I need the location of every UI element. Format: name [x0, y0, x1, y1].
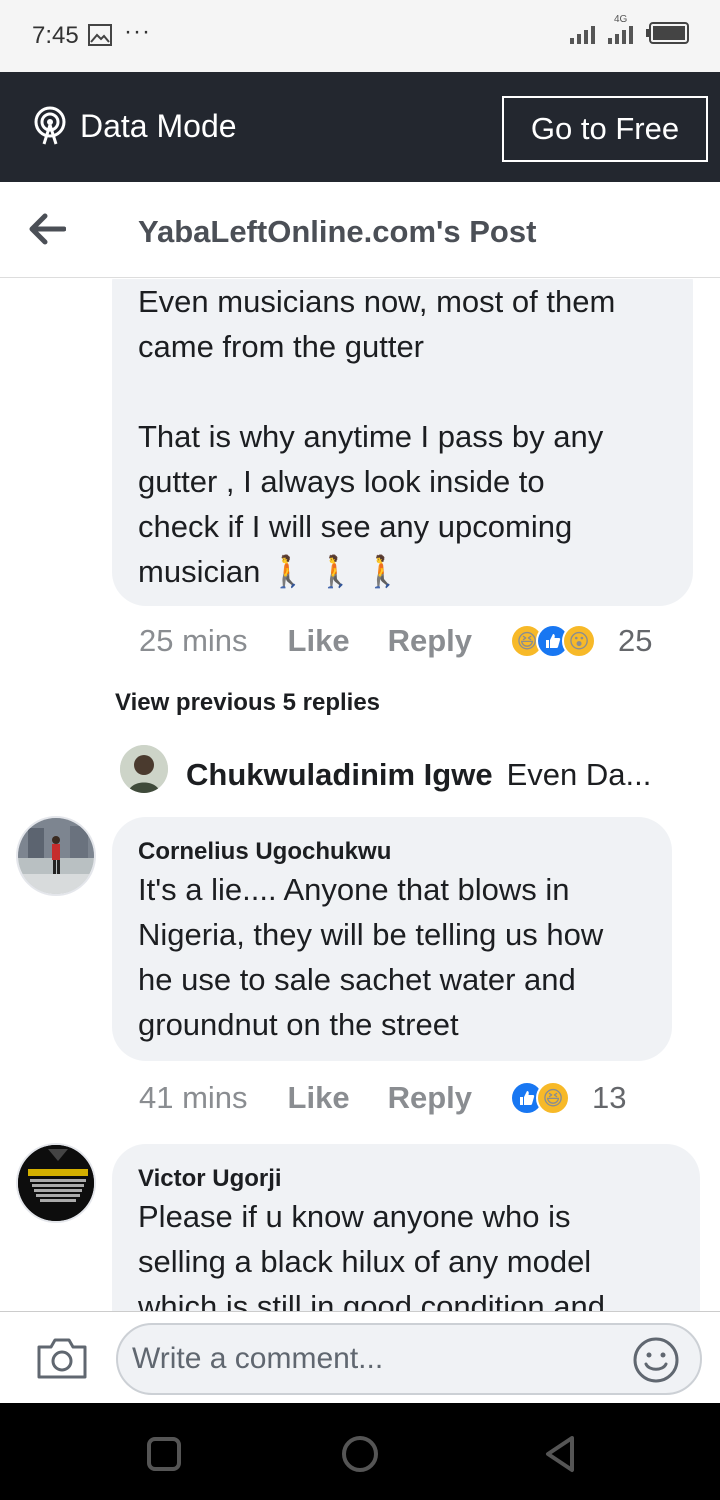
comment-author[interactable]: Victor Ugorji	[138, 1164, 674, 1194]
comment-actions: 25 mins Like Reply 😆 😮 25	[139, 623, 652, 659]
battery-icon	[646, 22, 690, 49]
avatar[interactable]	[16, 1143, 96, 1223]
reply-preview[interactable]: Chukwuladinim Igwe Even Da...	[186, 757, 651, 793]
avatar[interactable]	[120, 745, 168, 793]
recent-apps-icon[interactable]	[146, 1436, 182, 1477]
comment-text: Even musicians now, most of them came fr…	[138, 284, 616, 589]
comment-bubble: Victor Ugorji Please if u know anyone wh…	[112, 1144, 700, 1311]
reply-button[interactable]: Reply	[388, 623, 472, 659]
haha-reaction-icon: 😆	[536, 1081, 570, 1115]
reactions-summary[interactable]: 😆 😮	[510, 624, 596, 658]
reply-snippet: Even Da...	[506, 757, 652, 792]
go-to-free-button[interactable]: Go to Free	[502, 96, 708, 162]
reaction-count[interactable]: 25	[618, 623, 652, 659]
like-button[interactable]: Like	[288, 1080, 350, 1116]
avatar[interactable]	[16, 816, 96, 896]
emoji-icon[interactable]	[632, 1336, 680, 1389]
wow-reaction-icon: 😮	[562, 624, 596, 658]
system-navigation-bar	[0, 1403, 720, 1500]
reply-author: Chukwuladinim Igwe	[186, 757, 493, 792]
signal-4g-icon: 4G	[608, 14, 638, 49]
back-triangle-icon[interactable]	[542, 1434, 578, 1479]
like-button[interactable]: Like	[288, 623, 350, 659]
comment-input[interactable]: Write a comment...	[116, 1323, 702, 1395]
status-more-dots: ···	[124, 18, 151, 45]
page-title: YabaLeftOnline.com's Post	[138, 214, 537, 249]
comment-bubble: Cornelius Ugochukwu It's a lie.... Anyon…	[112, 817, 672, 1061]
back-arrow-icon[interactable]	[28, 212, 67, 251]
comment-author[interactable]: Cornelius Ugochukwu	[138, 837, 646, 867]
network-type: 4G	[614, 14, 628, 25]
comment-composer: Write a comment...	[0, 1311, 720, 1403]
comment-time[interactable]: 41 mins	[139, 1080, 248, 1116]
comment-text: It's a lie.... Anyone that blows in Nige…	[138, 872, 604, 1042]
data-mode-label: Data Mode	[80, 108, 237, 144]
data-mode-bar: Data Mode Go to Free	[0, 72, 720, 182]
comment-text: Please if u know anyone who is selling a…	[138, 1199, 605, 1311]
home-icon[interactable]	[340, 1434, 380, 1479]
comment-actions: 41 mins Like Reply 😆 13	[139, 1080, 626, 1116]
status-bar: 7:45 ··· 4G	[0, 0, 720, 72]
image-notification-icon	[88, 24, 112, 51]
view-previous-replies-link[interactable]: View previous 5 replies	[115, 689, 380, 717]
status-time: 7:45	[32, 22, 79, 49]
post-header: YabaLeftOnline.com's Post	[0, 182, 720, 278]
comment-input-placeholder: Write a comment...	[132, 1342, 384, 1375]
status-indicators: 4G	[570, 14, 690, 49]
signal-icon	[570, 22, 600, 49]
broadcast-icon	[32, 106, 68, 151]
comment-time[interactable]: 25 mins	[139, 623, 248, 659]
camera-icon[interactable]	[36, 1336, 88, 1385]
comments-list[interactable]: Even musicians now, most of them came fr…	[0, 279, 720, 1311]
reactions-summary[interactable]: 😆	[510, 1081, 570, 1115]
reply-button[interactable]: Reply	[388, 1080, 472, 1116]
comment-bubble: Even musicians now, most of them came fr…	[112, 279, 693, 606]
reaction-count[interactable]: 13	[592, 1080, 626, 1116]
